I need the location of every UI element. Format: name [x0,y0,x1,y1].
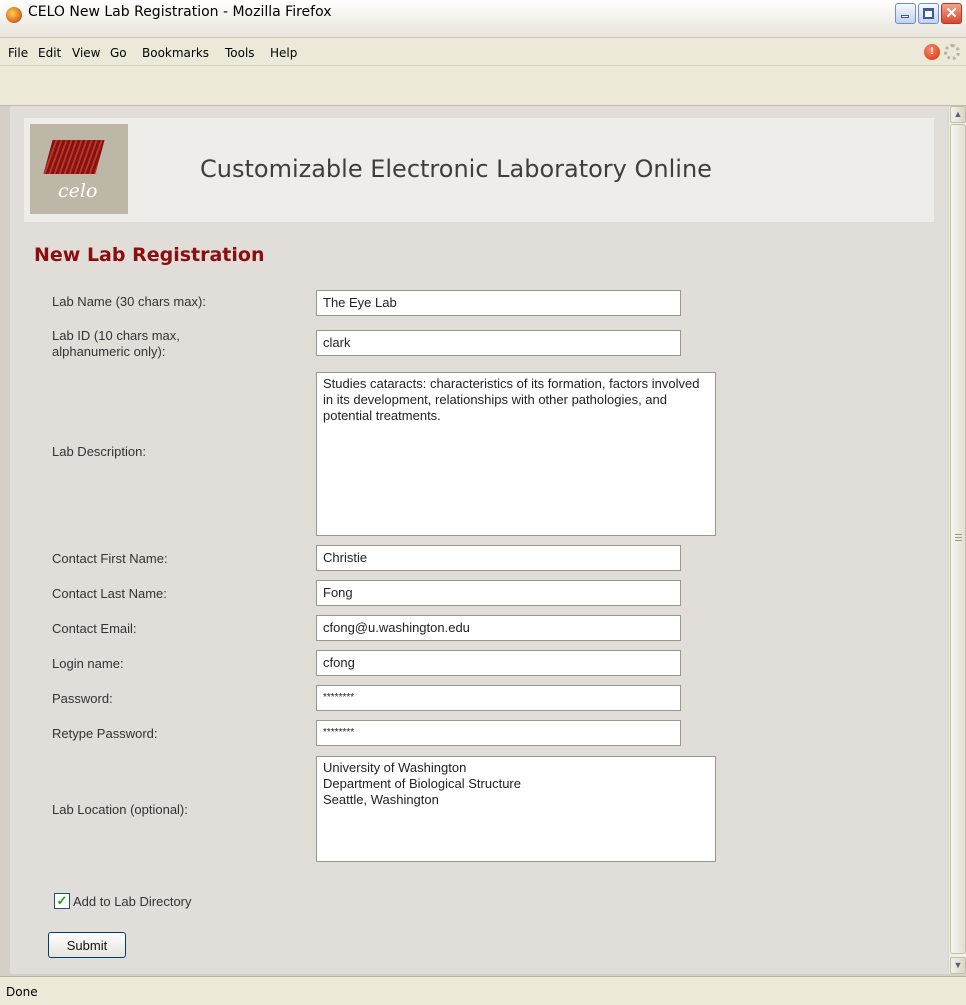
window-controls: ✕ [895,3,962,24]
retype-password-input[interactable]: ******** [316,720,681,746]
firefox-icon [6,7,22,23]
password-label: Password: [52,691,113,706]
close-icon: ✕ [945,5,958,22]
scroll-down-button[interactable]: ▼ [950,957,966,974]
page-title: New Lab Registration [34,244,265,266]
window-titlebar: CELO New Lab Registration - Mozilla Fire… [0,0,966,38]
maximize-button[interactable] [918,3,939,24]
status-bar: Done [0,976,966,1005]
stop-icon[interactable]: ! [924,44,940,60]
navigation-toolbar [0,66,966,106]
contact-last-name-label: Contact Last Name: [52,586,167,601]
retype-password-label: Retype Password: [52,726,158,741]
lab-description-textarea[interactable]: Studies cataracts: characteristics of it… [316,372,716,536]
lab-location-label: Lab Location (optional): [52,802,188,817]
checkbox-checked-icon: ✓ [56,893,68,908]
lab-description-label: Lab Description: [52,444,146,459]
scroll-down-icon: ▼ [953,960,963,970]
maximize-icon [923,8,934,19]
logo-text: celo [58,180,98,202]
minimize-icon [901,15,909,18]
minimize-button[interactable] [895,3,916,24]
lab-location-textarea[interactable]: University of Washington Department of B… [316,756,716,862]
scroll-thumb[interactable] [950,124,966,954]
lab-name-input[interactable]: The Eye Lab [316,290,681,316]
vertical-scrollbar[interactable]: ▲ ▼ [948,106,966,974]
password-input[interactable]: ******** [316,685,681,711]
lab-name-label: Lab Name (30 chars max): [52,294,206,309]
menu-bookmarks[interactable]: Bookmarks [142,46,209,60]
contact-email-input[interactable]: cfong@u.washington.edu [316,615,681,641]
menu-tools[interactable]: Tools [225,46,255,60]
add-to-directory-label: Add to Lab Directory [73,894,192,909]
login-name-input[interactable]: cfong [316,650,681,676]
scroll-grip [955,534,962,542]
menu-bar: File Edit View Go Bookmarks Tools Help ! [0,38,966,66]
window-title: CELO New Lab Registration - Mozilla Fire… [28,4,332,20]
menu-edit[interactable]: Edit [38,46,61,60]
close-button[interactable]: ✕ [941,3,962,24]
contact-last-name-input[interactable]: Fong [316,580,681,606]
contact-first-name-label: Contact First Name: [52,551,168,566]
add-to-directory-checkbox[interactable]: ✓ [54,893,70,909]
page-content: celo Customizable Electronic Laboratory … [10,106,948,974]
throbber-icon [944,44,960,60]
lab-id-label: Lab ID (10 chars max, alphanumeric only)… [52,328,180,359]
menu-help[interactable]: Help [270,46,297,60]
login-name-label: Login name: [52,656,124,671]
menu-file[interactable]: File [8,46,28,60]
lab-id-input[interactable]: clark [316,330,681,356]
contact-first-name-input[interactable]: Christie [316,545,681,571]
scroll-up-button[interactable]: ▲ [950,106,966,123]
status-text: Done [6,985,38,999]
menu-go[interactable]: Go [110,46,127,60]
scroll-up-icon: ▲ [953,109,963,119]
menu-view[interactable]: View [72,46,100,60]
site-header: celo Customizable Electronic Laboratory … [24,118,934,222]
contact-email-label: Contact Email: [52,621,137,636]
site-title: Customizable Electronic Laboratory Onlin… [200,155,712,183]
logo-mark [43,140,105,174]
celo-logo: celo [30,124,128,214]
submit-button[interactable]: Submit [48,932,126,958]
